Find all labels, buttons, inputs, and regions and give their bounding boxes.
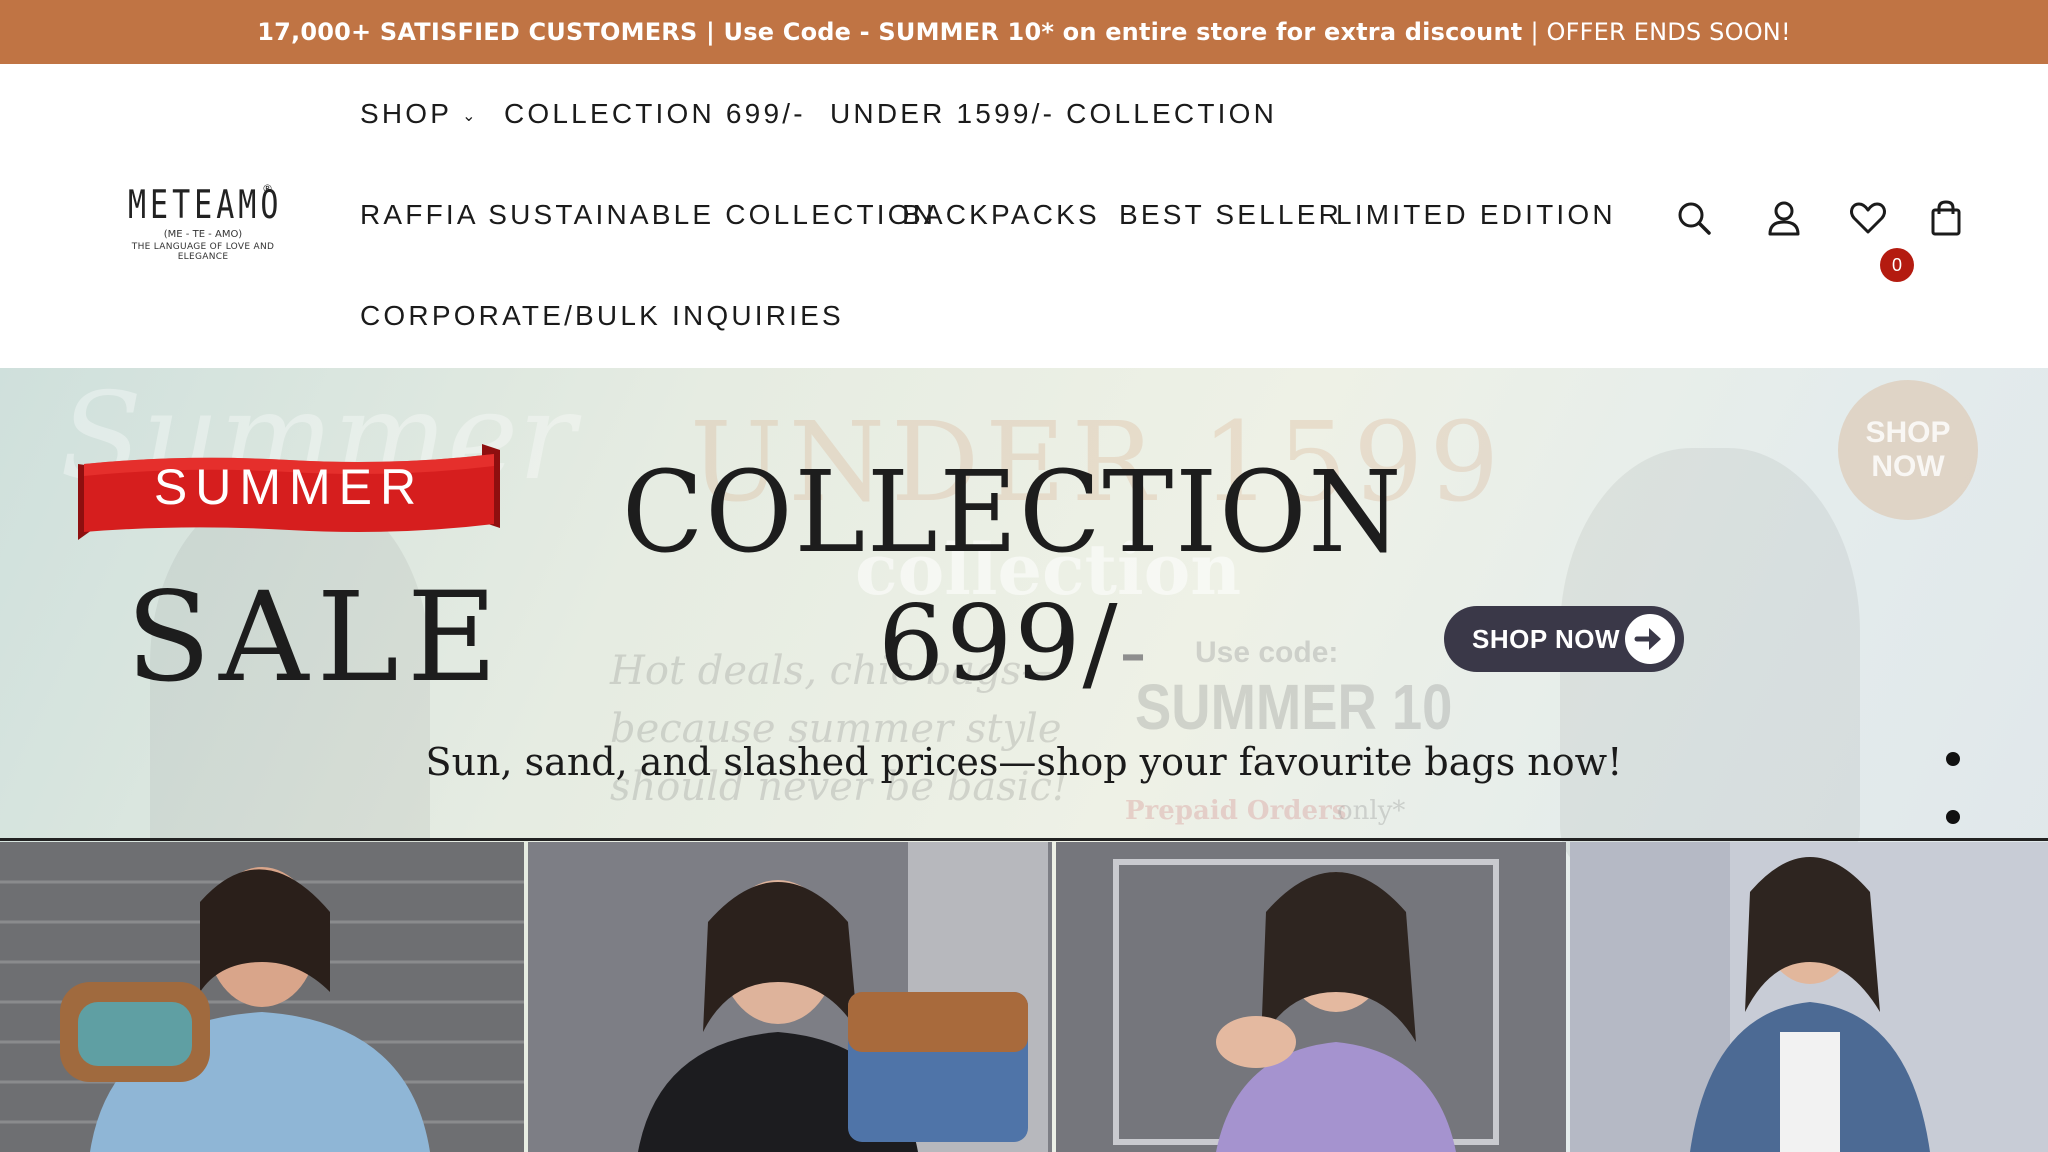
price-dash: - <box>1119 605 1149 698</box>
heart-icon[interactable] <box>1846 196 1890 240</box>
bag-icon[interactable] <box>1924 196 1968 240</box>
user-icon[interactable] <box>1762 196 1806 240</box>
ghost-only-text: only* <box>1337 796 1406 826</box>
price-heading: 699/- <box>878 582 1149 704</box>
nav-corporate[interactable]: CORPORATE/BULK INQUIRIES <box>360 300 844 332</box>
site-logo[interactable]: METEAMO ® (ME - TE - AMO) THE LANGUAGE O… <box>128 180 278 272</box>
sale-heading: SALE <box>126 566 506 710</box>
price-value: 699/ <box>878 582 1120 704</box>
slide-dot-2[interactable] <box>1946 810 1960 824</box>
announcement-offer-text: | OFFER ENDS SOON! <box>1530 18 1791 46</box>
model-photo-4 <box>1570 842 2048 1152</box>
summer-ribbon: SUMMER <box>74 444 504 540</box>
announcement-text: 17,000+ SATISFIED CUSTOMERS | Use Code -… <box>257 18 1523 46</box>
model-photo-1 <box>0 842 524 1152</box>
hero-divider <box>0 838 2048 841</box>
ghost-code-text: SUMMER 10 <box>1135 671 1453 743</box>
chevron-down-icon: ⌄ <box>462 107 479 125</box>
logo-registered-mark: ® <box>262 182 273 195</box>
nav-best-seller[interactable]: BEST SELLER <box>1119 199 1342 231</box>
shop-now-button[interactable]: SHOP NOW <box>1444 606 1684 672</box>
site-header: METEAMO ® (ME - TE - AMO) THE LANGUAGE O… <box>0 64 2048 368</box>
ribbon-label: SUMMER <box>153 459 425 515</box>
wishlist-count-badge: 0 <box>1880 248 1914 282</box>
logo-wordmark: METEAMO <box>128 182 283 229</box>
collection-heading: COLLECTION <box>622 448 1404 578</box>
logo-tagline: THE LANGUAGE OF LOVE AND ELEGANCE <box>131 242 275 262</box>
nav-backpacks[interactable]: BACKPACKS <box>902 199 1100 231</box>
logo-pronunciation: (ME - TE - AMO) <box>163 229 243 240</box>
arrow-right-icon <box>1622 611 1678 667</box>
nav-raffia[interactable]: RAFFIA SUSTAINABLE COLLECTION <box>360 199 936 231</box>
announcement-bar: 17,000+ SATISFIED CUSTOMERS | Use Code -… <box>0 0 2048 64</box>
hero-tagline: Sun, sand, and slashed prices—shop your … <box>425 740 1623 784</box>
nav-limited-edition[interactable]: LIMITED EDITION <box>1336 199 1616 231</box>
search-icon[interactable] <box>1672 196 1716 240</box>
hero-banner[interactable]: Summer UNDER 1599 collection Hot deals, … <box>0 368 2048 1152</box>
nav-under-1599[interactable]: UNDER 1599/- COLLECTION <box>830 98 1277 130</box>
model-photo-3 <box>1056 842 1566 1152</box>
nav-shop[interactable]: SHOP ⌄ <box>360 98 479 130</box>
ghost-use-code-text: Use code: <box>1195 636 1339 669</box>
slide-dot-1[interactable] <box>1946 752 1960 766</box>
nav-shop-label: SHOP <box>360 98 453 129</box>
model-photo-2 <box>528 842 1052 1152</box>
ghost-shop-now-badge: SHOP NOW <box>1838 380 1978 520</box>
nav-collection-699[interactable]: COLLECTION 699/- <box>504 98 806 130</box>
ghost-prepaid-text: Prepaid Orders <box>1125 796 1347 826</box>
shop-now-label: SHOP NOW <box>1472 624 1620 654</box>
